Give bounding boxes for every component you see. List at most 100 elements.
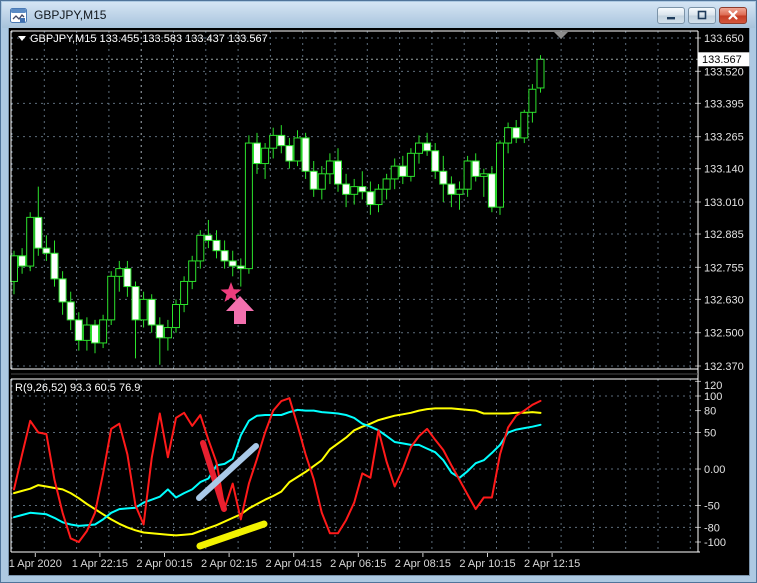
price-axis-label: 133.650 [704, 33, 744, 45]
candle-body [212, 239, 221, 252]
candle-body [334, 160, 342, 185]
price-axis-label: 133.140 [704, 164, 744, 176]
candle-body [398, 165, 407, 177]
title-bar[interactable]: GBPJPY,M15 [2, 2, 755, 28]
time-axis-label: 2 Apr 02:15 [201, 558, 257, 570]
candle-body [147, 298, 156, 326]
time-axis-label: 2 Apr 10:15 [459, 558, 515, 570]
price-axis-label: 133.395 [704, 98, 744, 110]
price-axis-label: 132.500 [704, 328, 744, 340]
candle-body [228, 260, 237, 267]
candle-body [99, 319, 108, 344]
price-axis-label: 132.630 [704, 294, 744, 306]
candle-body [261, 147, 270, 165]
candle-body [536, 58, 545, 89]
candle-body [163, 327, 172, 339]
candle-body [366, 191, 375, 206]
candle-body [236, 265, 245, 270]
minimize-button[interactable] [657, 6, 685, 24]
indicator-axis-label: -80 [704, 522, 720, 534]
indicator-axis-label: 80 [704, 406, 716, 418]
candle-body [115, 268, 124, 277]
candle-body [74, 319, 83, 341]
candle-body [131, 286, 140, 321]
time-axis-label: 2 Apr 06:15 [330, 558, 386, 570]
candle-body [431, 150, 440, 172]
candle-body [374, 188, 383, 206]
candle-body [18, 255, 27, 267]
candle-body [42, 247, 51, 254]
time-axis-label: 1 Apr 2020 [9, 558, 62, 570]
minimize-icon [667, 17, 675, 20]
candle-body [423, 142, 432, 152]
chart-client-bg[interactable] [9, 28, 749, 575]
candle-body [196, 234, 205, 262]
candle-body [26, 216, 35, 267]
candle-body [155, 324, 164, 339]
close-button[interactable] [719, 6, 747, 24]
candle-body [180, 280, 189, 305]
candle-body [342, 183, 351, 195]
current-price-value: 133.567 [702, 54, 742, 66]
candle-body [496, 142, 504, 208]
price-axis-label: 133.520 [704, 66, 744, 78]
window-controls [657, 6, 747, 24]
candle-body [463, 160, 472, 190]
price-axis-label: 132.755 [704, 262, 744, 274]
candle-body [82, 324, 91, 341]
restore-icon [697, 10, 707, 20]
restore-button[interactable] [688, 6, 716, 24]
candle-body [447, 183, 456, 195]
price-axis-label: 132.370 [704, 361, 744, 373]
chart-window: 133.650 133.520 133.395 133.265 133.140 133.0… [0, 0, 757, 583]
candle-body [512, 127, 521, 139]
indicator-axis-label: 100 [704, 391, 722, 403]
chart-window-icon [10, 7, 27, 23]
time-axis-label: 1 Apr 22:15 [72, 558, 128, 570]
time-axis-label: 2 Apr 04:15 [266, 558, 322, 570]
candle-body [406, 152, 415, 177]
candle-body [415, 142, 423, 154]
candle-body [10, 255, 18, 282]
candle-body [382, 178, 391, 190]
candle-body [309, 170, 318, 190]
price-axis-label: 132.885 [704, 229, 744, 241]
candle-body [123, 268, 132, 288]
price-axis-label: 133.265 [704, 132, 744, 144]
candle-body [107, 275, 116, 321]
price-axis-label: 133.010 [704, 197, 744, 209]
indicator-label: R(9,26,52) 93.3 60.5 76.9 [15, 382, 140, 394]
time-axis-label: 2 Apr 08:15 [395, 558, 451, 570]
candle-body [91, 324, 99, 344]
candle-body [358, 186, 367, 193]
candle-body [277, 134, 286, 147]
candle-body [58, 278, 67, 303]
candle-body [390, 165, 399, 180]
candle-body [487, 173, 496, 208]
candle-body [455, 188, 464, 195]
candle-body [285, 145, 294, 162]
candle-body [34, 216, 43, 249]
candle-body [504, 127, 513, 144]
chart-canvas[interactable]: 133.650 133.520 133.395 133.265 133.140 133.0… [1, 1, 757, 583]
candle-body [204, 234, 213, 241]
candle-body [471, 160, 480, 177]
candle-body [325, 160, 334, 175]
candle-body [139, 298, 148, 321]
candle-body [293, 137, 302, 162]
ohlc-header: GBPJPY,M15 133.455 133.583 133.437 133.5… [30, 33, 268, 45]
close-icon [728, 10, 738, 20]
candle-body [301, 137, 310, 172]
candle-body [520, 111, 529, 139]
candle-body [317, 173, 326, 190]
candle-body [439, 170, 448, 185]
indicator-axis-label: -50 [704, 501, 720, 513]
candle-body [528, 88, 537, 113]
window-title: GBPJPY,M15 [34, 8, 107, 22]
candle-body [66, 301, 75, 321]
candle-body [269, 134, 278, 149]
time-axis-label: 2 Apr 12:15 [524, 558, 580, 570]
candle-body [350, 186, 359, 195]
indicator-axis-label: 0.00 [704, 464, 725, 476]
candle-body [244, 142, 253, 270]
